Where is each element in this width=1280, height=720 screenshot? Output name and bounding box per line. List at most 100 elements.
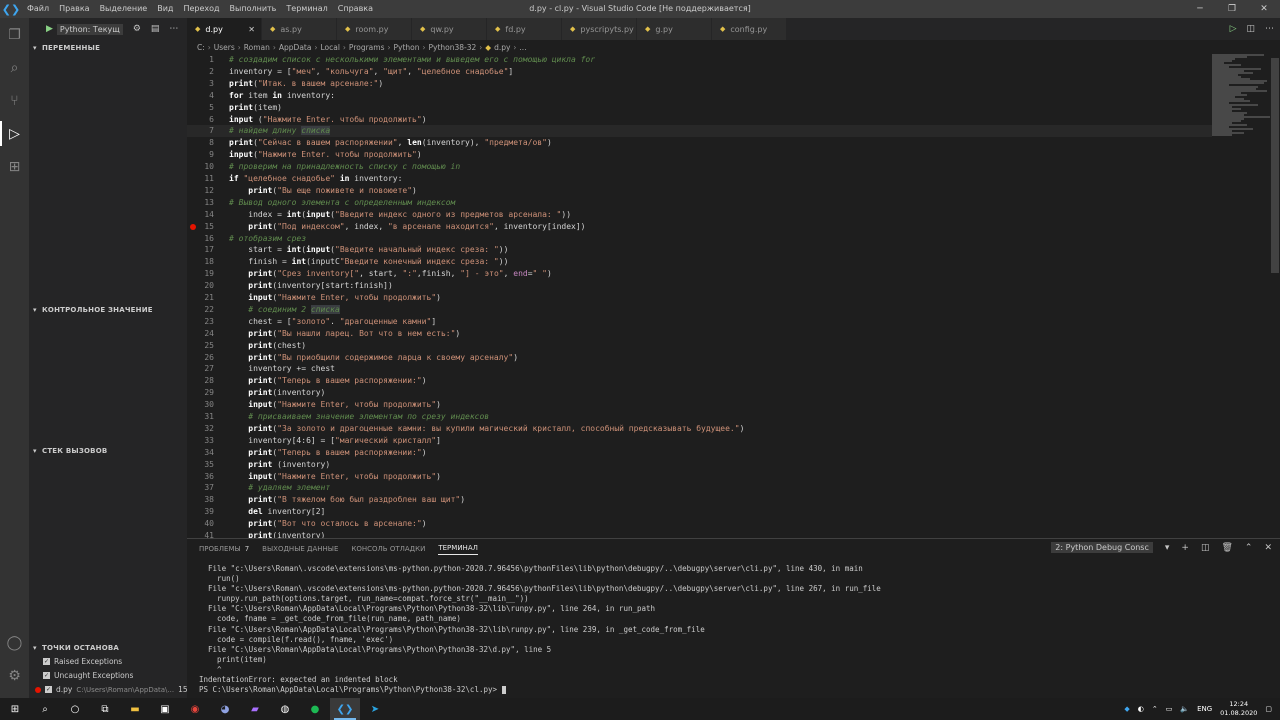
volume-icon[interactable]: 🔈 xyxy=(1180,705,1189,713)
editor-scrollbar[interactable] xyxy=(1270,54,1280,538)
variables-section-header[interactable]: ▾ ПЕРЕМЕННЫЕ xyxy=(29,40,187,56)
twitch-icon[interactable]: ▰ xyxy=(240,698,270,720)
code-line[interactable]: 3 print("Итак. в вашем арсенале:") xyxy=(187,78,1212,90)
steam-icon[interactable]: ◍ xyxy=(270,698,300,720)
debug-console-icon[interactable]: ▤ xyxy=(151,24,160,34)
source-control-icon[interactable]: ⑂ xyxy=(0,84,29,117)
task-view-icon[interactable]: ⧉ xyxy=(90,698,120,720)
code-line[interactable]: 17 start = int(input("Введите начальный … xyxy=(187,244,1212,256)
network-icon[interactable]: ▭ xyxy=(1166,705,1173,713)
close-panel-icon[interactable]: ✕ xyxy=(1264,543,1272,553)
code-line[interactable]: 15 print("Под индексом", index, "в арсен… xyxy=(187,221,1212,233)
scrollbar-thumb[interactable] xyxy=(1271,58,1279,273)
search-icon[interactable]: ⌕ xyxy=(30,698,60,720)
code-line[interactable]: 12 print("Вы еще поживете и повоюете") xyxy=(187,185,1212,197)
code-line[interactable]: 37 # удаляем элемент xyxy=(187,482,1212,494)
start-debugging-icon[interactable]: ▶ xyxy=(46,24,53,34)
menu-run[interactable]: Выполнить xyxy=(225,0,282,18)
breadcrumb-item[interactable]: C: xyxy=(197,43,205,52)
discord-icon[interactable]: ◕ xyxy=(210,698,240,720)
code-line[interactable]: 20 print(inventory[start:finish]) xyxy=(187,280,1212,292)
tab-pyscripyts-py[interactable]: ◆ pyscripyts.py xyxy=(562,18,637,40)
code-line[interactable]: 38 print("В тяжелом бою был раздроблен в… xyxy=(187,494,1212,506)
menu-file[interactable]: Файл xyxy=(22,0,54,18)
trash-icon[interactable]: 🗑 xyxy=(1221,543,1232,553)
restore-icon[interactable]: ❐ xyxy=(1216,0,1248,18)
breadcrumb-item[interactable]: Local xyxy=(320,43,339,52)
account-icon[interactable]: ◯ xyxy=(0,626,29,659)
tray-app-icon[interactable]: ◆ xyxy=(1124,705,1129,713)
new-terminal-icon[interactable]: + xyxy=(1181,543,1189,553)
code-line[interactable]: 34 print("Теперь в вашем распоряжении:") xyxy=(187,447,1212,459)
code-line[interactable]: 25 print(chest) xyxy=(187,340,1212,352)
code-line[interactable]: 31 # присваиваем значение элементам по с… xyxy=(187,411,1212,423)
checkbox-checked-icon[interactable]: ✓ xyxy=(43,658,50,665)
code-line[interactable]: 1 # создадим список с несколькими элемент… xyxy=(187,54,1212,66)
code-line[interactable]: 27 inventory += chest xyxy=(187,363,1212,375)
code-editor[interactable]: 1 # создадим список с несколькими элемент… xyxy=(187,54,1280,538)
tab-g-py[interactable]: ◆ g.py xyxy=(637,18,712,40)
code-line[interactable]: 41 print(inventory) xyxy=(187,530,1212,538)
code-line[interactable]: 9 input("Нажмите Enter. чтобы продолжить"… xyxy=(187,149,1212,161)
code-line[interactable]: 30 input("Нажмите Enter, чтобы продолжит… xyxy=(187,399,1212,411)
search-icon[interactable]: ⌕ xyxy=(0,51,29,84)
breadcrumb-item[interactable]: AppData xyxy=(279,43,312,52)
tray-app-icon[interactable]: ◐ xyxy=(1138,705,1144,713)
tab-problems[interactable]: ПРОБЛЕМЫ 7 xyxy=(199,545,249,553)
callstack-section-header[interactable]: ▾ СТЕК ВЫЗОВОВ xyxy=(29,443,187,459)
maximize-panel-icon[interactable]: ⌃ xyxy=(1245,543,1253,553)
tab-d-py[interactable]: ◆ d.py ✕ xyxy=(187,18,262,40)
windows-start-icon[interactable]: ⊞ xyxy=(0,698,30,720)
breakpoint-file-entry[interactable]: ✓ d.py C:\Users\Roman\AppData\... 15 xyxy=(35,683,188,696)
explorer-icon[interactable]: ❐ xyxy=(0,18,29,51)
code-line[interactable]: 39 del inventory[2] xyxy=(187,506,1212,518)
watch-section-header[interactable]: ▾ КОНТРОЛЬНОЕ ЗНАЧЕНИЕ xyxy=(29,302,187,318)
breadcrumb-item[interactable]: ... xyxy=(519,43,526,52)
gear-icon[interactable]: ⚙ xyxy=(0,659,29,692)
checkbox-checked-icon[interactable]: ✓ xyxy=(45,686,52,693)
cortana-icon[interactable]: ○ xyxy=(60,698,90,720)
gear-icon[interactable]: ⚙ xyxy=(133,24,141,34)
tab-as-py[interactable]: ◆ as.py xyxy=(262,18,337,40)
code-line[interactable]: 36 input("Нажмите Enter, чтобы продолжит… xyxy=(187,471,1212,483)
code-line[interactable]: 32 print("За золото и драгоценные камни:… xyxy=(187,423,1212,435)
code-line[interactable]: 14 index = int(input("Введите индекс одн… xyxy=(187,209,1212,221)
code-line[interactable]: 23 chest = ["золото". "драгоценные камни… xyxy=(187,316,1212,328)
code-line[interactable]: 10 # проверим на принадлежность списку с … xyxy=(187,161,1212,173)
breadcrumb-item[interactable]: Users xyxy=(214,43,235,52)
menu-go[interactable]: Переход xyxy=(178,0,224,18)
code-line[interactable]: 24 print("Вы нашли ларец. Вот что в нем … xyxy=(187,328,1212,340)
tab-output[interactable]: ВЫХОДНЫЕ ДАННЫЕ xyxy=(262,545,338,553)
vscode-taskbar-icon[interactable]: ❮❯ xyxy=(330,698,360,720)
close-tab-icon[interactable]: ✕ xyxy=(248,25,255,34)
code-line[interactable]: 19 print("Срез inventory[", start, ":",f… xyxy=(187,268,1212,280)
chevron-down-icon[interactable]: ▾ xyxy=(1165,543,1170,553)
tab-terminal[interactable]: ТЕРМИНАЛ xyxy=(438,544,478,555)
extensions-icon[interactable]: ⊞ xyxy=(0,150,29,183)
run-debug-icon[interactable]: ▷ xyxy=(0,117,29,150)
tab-qw-py[interactable]: ◆ qw.py xyxy=(412,18,487,40)
code-line[interactable]: 29 print(inventory) xyxy=(187,387,1212,399)
tab-room-py[interactable]: ◆ room.py xyxy=(337,18,412,40)
chrome-icon[interactable]: ◉ xyxy=(180,698,210,720)
code-line[interactable]: 33 inventory[4:6] = ["магический кристал… xyxy=(187,435,1212,447)
code-line[interactable]: 40 print("Вот что осталось в арсенале:") xyxy=(187,518,1212,530)
notifications-icon[interactable]: ▢ xyxy=(1265,705,1272,713)
chevron-up-icon[interactable]: ⌃ xyxy=(1152,705,1158,713)
tab-debug-console[interactable]: КОНСОЛЬ ОТЛАДКИ xyxy=(351,545,425,553)
tab-config-py[interactable]: ◆ config.py xyxy=(712,18,787,40)
minimap[interactable] xyxy=(1212,54,1270,136)
checkbox-checked-icon[interactable]: ✓ xyxy=(43,672,50,679)
breakpoints-section-header[interactable]: ▾ ТОЧКИ ОСТАНОВА xyxy=(29,640,187,656)
code-line[interactable]: 22 # соединим 2 списка xyxy=(187,304,1212,316)
telegram-icon[interactable]: ➤ xyxy=(360,698,390,720)
terminal-output[interactable]: File "c:\Users\Roman\.vscode\extensions\… xyxy=(199,564,881,695)
split-terminal-icon[interactable]: ◫ xyxy=(1201,543,1210,553)
breadcrumb-item[interactable]: Roman xyxy=(244,43,270,52)
code-line[interactable]: 28 print("Теперь в вашем распоряжении:") xyxy=(187,375,1212,387)
code-line[interactable]: 21 input("Нажмите Enter, чтобы продолжит… xyxy=(187,292,1212,304)
debug-config-select[interactable]: Python: Текущ xyxy=(56,23,123,35)
code-line[interactable]: 6 input ("Нажмите Enter. чтобы продолжить… xyxy=(187,114,1212,126)
breadcrumb-item[interactable]: Python38-32 xyxy=(428,43,476,52)
more-icon[interactable]: ⋯ xyxy=(169,24,178,34)
